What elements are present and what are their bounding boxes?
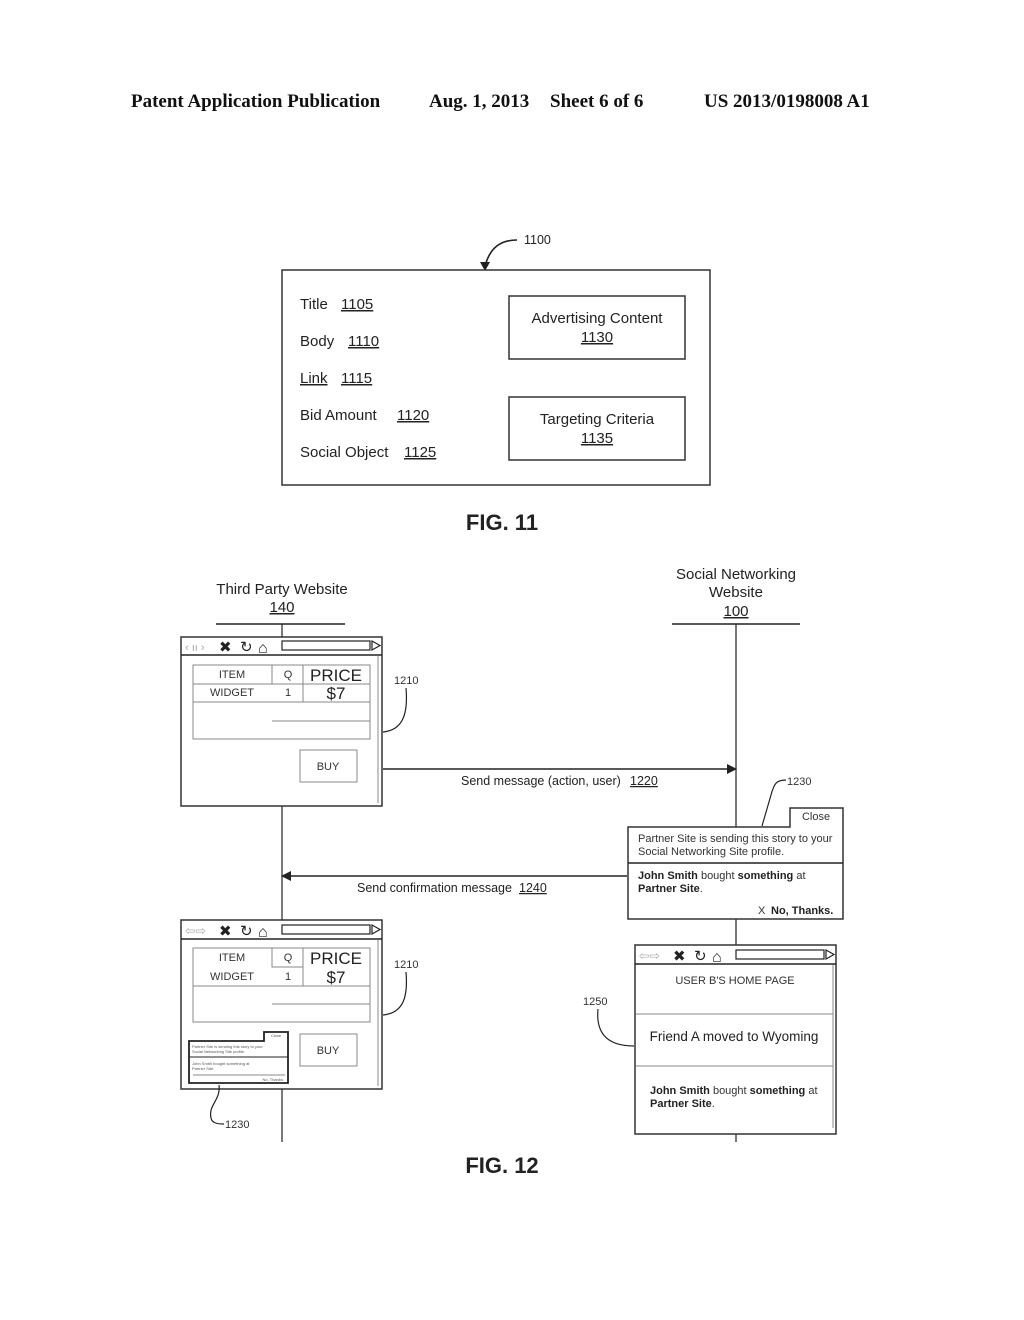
leader-1230-a bbox=[761, 779, 787, 827]
cell-price: $7 bbox=[327, 968, 346, 987]
dialog-story-2: Partner Site. bbox=[638, 883, 703, 895]
leader-1210-a bbox=[382, 687, 408, 733]
refresh-icon: ↻ bbox=[240, 639, 253, 656]
ref-1210-b: 1210 bbox=[394, 959, 418, 971]
advertising-content-label: Advertising Content bbox=[532, 310, 664, 327]
targeting-criteria-box bbox=[508, 396, 686, 461]
col-item: ITEM bbox=[219, 952, 245, 964]
ref-100: 100 bbox=[723, 603, 748, 620]
dialog-message-1: Partner Site is sending this story to yo… bbox=[638, 833, 833, 845]
svg-text:Social Object: Social Object bbox=[300, 444, 389, 461]
feed-item-1: Friend A moved to Wyoming bbox=[650, 1029, 819, 1044]
back-forward-icon: ⇦⇨ bbox=[185, 924, 206, 938]
refresh-icon: ↻ bbox=[694, 948, 707, 965]
back-forward-icon: ⇦⇨ bbox=[639, 949, 660, 963]
home-page-window: ⇦⇨ ✖ ↻ ⌂ USER B'S HOME PAGE Friend A mov… bbox=[634, 944, 837, 1135]
ref-140: 140 bbox=[269, 599, 294, 616]
social-label-2: Website bbox=[709, 584, 763, 601]
feed-item-2-line1: John Smith bought something at bbox=[650, 1085, 818, 1097]
publication-label: Patent Application Publication bbox=[131, 91, 381, 112]
col-q: Q bbox=[284, 669, 293, 681]
ref-1210-a: 1210 bbox=[394, 675, 418, 687]
third-party-label: Third Party Website bbox=[216, 581, 347, 598]
leader-1250 bbox=[597, 1008, 635, 1047]
browser-window-1: ‹ ıı › ✖ ↻ ⌂ ITEM Q PRICE WIDGET 1 $7 BU… bbox=[180, 636, 383, 807]
field-social-object: Social Object 1125 bbox=[300, 444, 436, 461]
targeting-criteria-label: Targeting Criteria bbox=[540, 411, 655, 428]
fig11: 1100 Title 1105 Body 1110 Link 1115 Bid … bbox=[281, 233, 711, 535]
no-thanks-button[interactable]: No, Thanks. bbox=[771, 905, 833, 917]
ref-1130: 1130 bbox=[581, 329, 613, 346]
ref-1100: 1100 bbox=[524, 233, 551, 247]
svg-text:1115: 1115 bbox=[341, 370, 372, 387]
leader-1210-b bbox=[382, 971, 408, 1016]
home-page-title: USER B'S HOME PAGE bbox=[675, 975, 794, 987]
leader-1230-b bbox=[209, 1084, 225, 1125]
home-icon: ⌂ bbox=[712, 949, 722, 966]
svg-text:1125: 1125 bbox=[404, 444, 436, 461]
dialog-story-1: John Smith bought something at bbox=[638, 870, 806, 882]
svg-text:1110: 1110 bbox=[348, 333, 379, 350]
col-item: ITEM bbox=[219, 669, 245, 681]
buy-label: BUY bbox=[317, 761, 340, 773]
stop-icon: ✖ bbox=[219, 923, 232, 940]
cell-item: WIDGET bbox=[210, 971, 254, 983]
svg-text:Bid Amount: Bid Amount bbox=[300, 407, 378, 424]
svg-text:Link: Link bbox=[300, 370, 328, 387]
col-price: PRICE bbox=[310, 666, 362, 685]
field-bid-amount: Bid Amount 1120 bbox=[300, 407, 429, 424]
advertising-content-box bbox=[508, 295, 686, 360]
fig12: Third Party Website 140 Social Networkin… bbox=[180, 566, 844, 1178]
ref-1220: 1220 bbox=[630, 774, 658, 788]
mini-message-2: Social Networking Site profile. bbox=[192, 1049, 245, 1054]
mini-close: Close bbox=[271, 1033, 282, 1038]
stop-icon: ✖ bbox=[673, 948, 686, 965]
col-q: Q bbox=[284, 952, 293, 964]
cell-price: $7 bbox=[327, 684, 346, 703]
ref-1250: 1250 bbox=[583, 996, 607, 1008]
sheet-number: Sheet 6 of 6 bbox=[550, 91, 643, 112]
dialog-message-2: Social Networking Site profile. bbox=[638, 846, 784, 858]
patent-number: US 2013/0198008 A1 bbox=[704, 91, 870, 112]
cell-q: 1 bbox=[285, 971, 291, 983]
patent-sheet: Patent Application Publication Aug. 1, 2… bbox=[131, 91, 870, 1178]
social-label-1: Social Networking bbox=[676, 566, 796, 583]
ref-1240: 1240 bbox=[519, 881, 547, 895]
stop-icon: ✖ bbox=[219, 639, 232, 656]
svg-text:1105: 1105 bbox=[341, 296, 373, 313]
col-price: PRICE bbox=[310, 949, 362, 968]
svg-text:1120: 1120 bbox=[397, 407, 429, 424]
mini-story-2: Partner Site. bbox=[192, 1066, 214, 1071]
fig12-caption: FIG. 12 bbox=[465, 1153, 538, 1178]
feed-item-2-line2: Partner Site. bbox=[650, 1098, 715, 1110]
send-message-label: Send message (action, user) bbox=[461, 774, 621, 788]
svg-text:Body: Body bbox=[300, 333, 335, 350]
dialog-close-button[interactable]: Close bbox=[802, 811, 830, 823]
ref-1230-a: 1230 bbox=[787, 776, 811, 788]
ref-1230-b: 1230 bbox=[225, 1119, 249, 1131]
home-icon: ⌂ bbox=[258, 924, 268, 941]
publication-date: Aug. 1, 2013 bbox=[429, 91, 529, 112]
mini-decline: No, Thanks. bbox=[263, 1077, 285, 1082]
decline-x-icon: X bbox=[758, 905, 766, 917]
browser-window-2: ⇦⇨ ✖ ↻ ⌂ ITEM Q PRICE WIDGET 1 $7 BUY Cl… bbox=[180, 919, 383, 1090]
confirmation-label: Send confirmation message bbox=[357, 881, 512, 895]
refresh-icon: ↻ bbox=[240, 923, 253, 940]
ref-1135: 1135 bbox=[581, 430, 613, 447]
back-icon: ‹ ıı › bbox=[185, 642, 205, 654]
home-icon: ⌂ bbox=[258, 640, 268, 657]
buy-label: BUY bbox=[317, 1045, 340, 1057]
svg-text:Title: Title bbox=[300, 296, 328, 313]
cell-q: 1 bbox=[285, 687, 291, 699]
fig11-caption: FIG. 11 bbox=[466, 510, 538, 535]
cell-item: WIDGET bbox=[210, 687, 254, 699]
